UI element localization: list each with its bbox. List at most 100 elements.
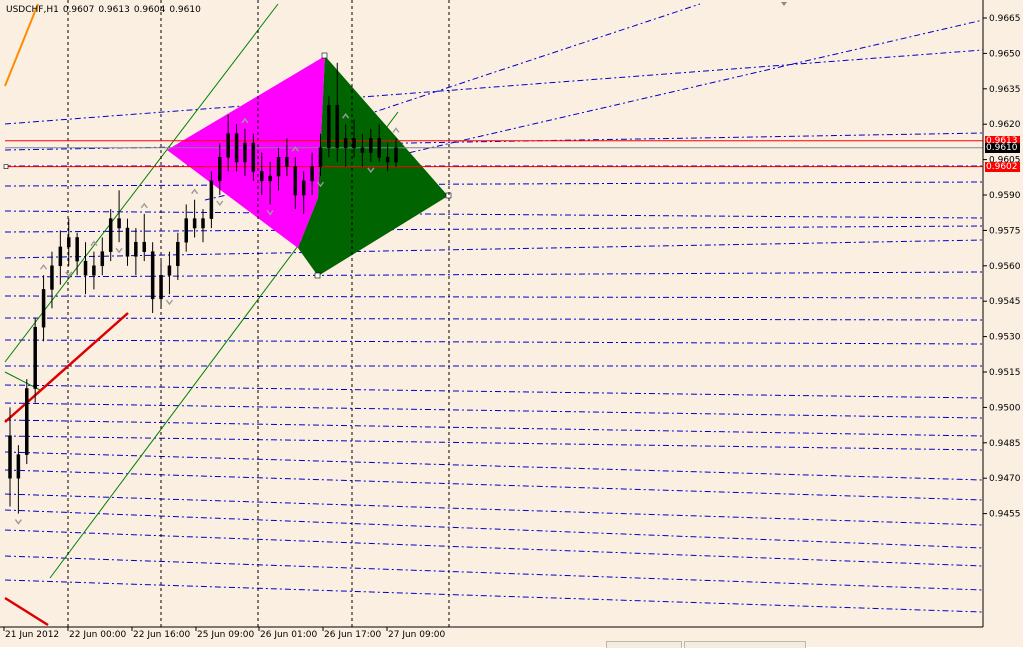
candle-body <box>184 218 188 243</box>
ohlc-close: 0.9610 <box>169 5 201 15</box>
candle-body <box>33 326 37 389</box>
fib-line[interactable] <box>4 435 984 451</box>
fib-line[interactable] <box>4 469 984 501</box>
candle-body <box>108 218 113 252</box>
price-label: 0.9635 <box>989 85 1021 95</box>
candle-body <box>8 435 12 479</box>
triangle-anchor-bottom[interactable] <box>314 272 321 279</box>
fib-line[interactable] <box>4 529 984 567</box>
fib-line[interactable] <box>4 225 984 233</box>
axes <box>0 0 984 628</box>
candle-body <box>167 265 172 276</box>
fractal-down-icon <box>115 247 123 254</box>
candle-body <box>251 142 256 172</box>
symbol-header: USDCHF,H1 0.9607 0.9613 0.9604 0.9610 <box>6 5 205 15</box>
fib-line[interactable] <box>4 317 984 321</box>
price-axis-labels: 0.96650.96500.96350.96200.96050.95900.95… <box>983 14 1021 520</box>
candle-body <box>25 388 29 455</box>
candle-body <box>234 133 239 163</box>
price-label: 0.9665 <box>989 14 1021 24</box>
red-trendline-bottom[interactable] <box>4 596 49 627</box>
candle-body <box>327 105 331 149</box>
price-label: 0.9530 <box>989 333 1021 343</box>
price-tag: 0.9602 <box>985 161 1020 172</box>
fractal-down-icon <box>165 299 173 306</box>
fib-line[interactable] <box>4 181 984 187</box>
candle-body <box>66 237 71 248</box>
price-label: 0.9590 <box>989 191 1021 201</box>
candle-body <box>318 147 323 167</box>
candle-body <box>192 218 197 229</box>
candle-body <box>226 133 230 158</box>
orange-trendline[interactable] <box>4 3 39 87</box>
price-label: 0.9620 <box>989 120 1021 130</box>
fib-line[interactable] <box>4 419 984 437</box>
fractal-up-icon <box>191 188 199 195</box>
candle-body <box>285 156 289 167</box>
price-tag: 0.9610 <box>985 142 1020 153</box>
candle-body <box>360 147 365 153</box>
fractal-up-icon <box>40 264 48 270</box>
candle-body <box>159 274 163 300</box>
fibonacci-fan-lines <box>4 3 984 613</box>
price-chart[interactable]: 0.96650.96500.96350.96200.96050.95900.95… <box>0 0 1023 647</box>
bottom-strip <box>0 639 1023 647</box>
ohlc-low: 0.9604 <box>133 5 166 15</box>
candle-body <box>259 171 264 182</box>
candle-body <box>310 166 314 182</box>
fib-line[interactable] <box>4 49 984 125</box>
candle-body <box>394 147 398 163</box>
candle-body <box>335 105 340 149</box>
fib-line[interactable] <box>4 339 984 345</box>
price-label: 0.9575 <box>989 226 1021 236</box>
candle-body <box>276 156 281 177</box>
candle-body <box>243 142 247 163</box>
fractal-up-icon <box>140 202 148 209</box>
candle-body <box>100 251 105 267</box>
candle-body <box>377 138 381 158</box>
candle-body <box>369 138 373 153</box>
candle-body <box>293 166 298 196</box>
fib-line[interactable] <box>4 210 984 219</box>
price-label: 0.9515 <box>989 368 1021 378</box>
candle-body <box>50 265 54 290</box>
candle-body <box>343 138 348 149</box>
fib-line[interactable] <box>4 493 984 526</box>
candle-body <box>92 265 96 276</box>
price-label: 0.9650 <box>989 49 1021 59</box>
fib-line[interactable] <box>4 451 984 481</box>
triangle-anchor-top[interactable] <box>321 52 328 59</box>
triangle-pattern <box>167 52 452 279</box>
candle-body <box>58 246 63 267</box>
chart-window[interactable]: 0.9665 0.9650 0.9635 0.9620 0.9605 0.9590 0.95… <box>0 0 1023 648</box>
candle-body <box>218 156 222 182</box>
candle-body <box>142 241 147 252</box>
fractal-up-icon <box>392 127 400 133</box>
symbol-label: USDCHF,H1 <box>6 5 59 15</box>
fib-line[interactable] <box>4 509 984 549</box>
candle-body <box>117 218 121 229</box>
vertical-grid <box>67 0 450 627</box>
candle-body <box>301 180 306 196</box>
fractal-down-icon <box>216 200 224 207</box>
ohlc-high: 0.9613 <box>98 5 130 15</box>
candle-body <box>75 237 79 262</box>
red-trendline-mid[interactable] <box>4 312 129 423</box>
scroll-marker-icon[interactable] <box>781 2 787 6</box>
candle-body <box>209 180 214 219</box>
candle-body <box>201 218 205 229</box>
fib-line[interactable] <box>4 384 984 399</box>
price-label: 0.9545 <box>989 297 1021 307</box>
candle-body <box>385 156 390 163</box>
price-label: 0.9455 <box>989 510 1021 520</box>
candle-body <box>176 241 180 267</box>
price-label: 0.9470 <box>989 474 1021 484</box>
candle-body <box>41 289 46 328</box>
candle-body <box>83 260 88 276</box>
candle-body <box>352 138 356 149</box>
fib-line[interactable] <box>4 402 984 419</box>
fractal-down-icon <box>14 519 22 525</box>
price-label: 0.9500 <box>989 403 1021 413</box>
level-anchor-left[interactable] <box>3 164 9 169</box>
price-label: 0.9485 <box>989 439 1021 449</box>
